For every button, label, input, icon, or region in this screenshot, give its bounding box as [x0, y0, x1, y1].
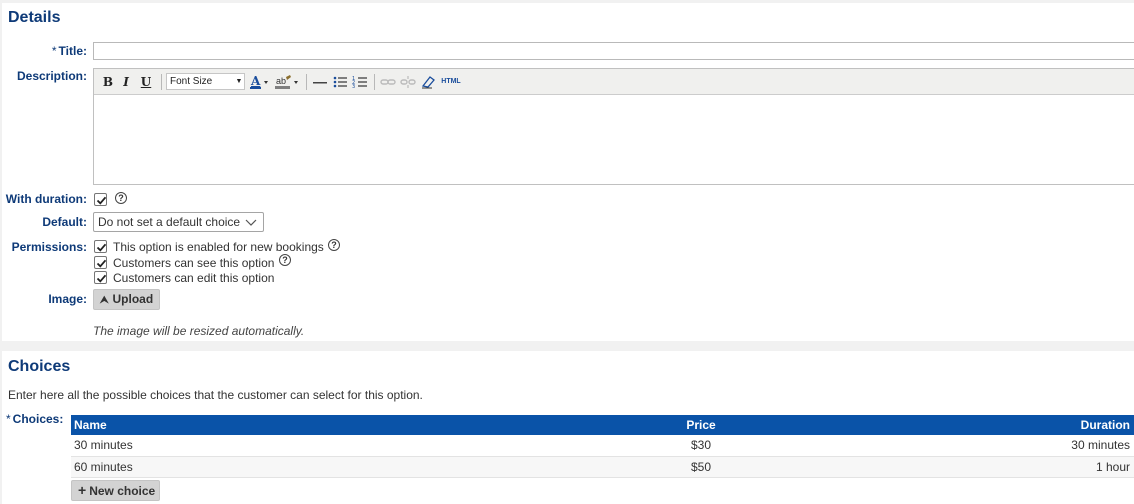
checkmark-icon	[96, 259, 107, 268]
choice-name[interactable]: 30 minutes	[71, 435, 501, 457]
column-header-price[interactable]: Price	[501, 415, 901, 435]
bold-button[interactable]: B	[102, 74, 114, 90]
image-label: Image:	[48, 292, 87, 306]
default-choice-value: Do not set a default choice	[98, 215, 241, 229]
unlink-icon	[400, 76, 416, 88]
title-label-text: Title:	[58, 44, 87, 58]
new-choice-button[interactable]: + New choice	[71, 480, 160, 501]
permission-new-bookings-label: This option is enabled for new bookings	[113, 240, 324, 254]
choice-duration[interactable]: 30 minutes	[901, 435, 1134, 457]
details-panel: Details * Title: Description: B I U Font …	[2, 3, 1134, 341]
help-icon[interactable]: ?	[328, 239, 340, 251]
checkmark-icon	[96, 196, 107, 205]
chevron-down-icon: ▼	[235, 78, 243, 85]
svg-text:ab: ab	[276, 76, 286, 86]
highlight-button[interactable]: ab	[274, 74, 300, 90]
svg-text:A: A	[250, 74, 261, 88]
permission-new-bookings-checkbox[interactable]	[94, 240, 107, 253]
description-label: Description:	[16, 69, 87, 83]
italic-button[interactable]: I	[120, 74, 132, 90]
font-size-select[interactable]: Font Size ▼	[166, 73, 245, 90]
chevron-down-icon	[245, 213, 257, 236]
bullet-list-button[interactable]	[332, 74, 348, 90]
choice-duration[interactable]: 1 hour	[901, 456, 1134, 478]
choices-panel: Choices Enter here all the possible choi…	[2, 351, 1134, 504]
highlight-icon: ab	[275, 75, 298, 89]
help-icon[interactable]: ?	[115, 192, 127, 204]
underline-button[interactable]: U	[140, 74, 152, 90]
column-header-duration[interactable]: Duration	[901, 415, 1134, 435]
details-heading: Details	[8, 9, 61, 26]
column-header-name[interactable]: Name	[71, 415, 501, 435]
horizontal-rule-icon	[313, 82, 327, 84]
choice-name[interactable]: 60 minutes	[71, 456, 501, 478]
upload-button[interactable]: ⮝ Upload	[93, 289, 160, 310]
table-header-row: Name Price Duration	[71, 415, 1134, 435]
image-resize-note: The image will be resized automatically.	[93, 324, 305, 338]
svg-text:3: 3	[352, 84, 355, 90]
toolbar-separator	[306, 74, 307, 90]
choices-intro: Enter here all the possible choices that…	[8, 388, 423, 402]
help-icon[interactable]: ?	[279, 254, 291, 266]
toolbar-separator	[374, 74, 375, 90]
title-input[interactable]	[93, 42, 1134, 60]
required-mark: *	[51, 44, 57, 58]
permission-customers-see-checkbox[interactable]	[94, 256, 107, 269]
choices-table: Name Price Duration 30 minutes $30 30 mi…	[71, 415, 1134, 478]
table-row[interactable]: 30 minutes $30 30 minutes	[71, 435, 1134, 457]
unlink-button[interactable]	[400, 74, 416, 90]
description-editor: B I U Font Size ▼ A ab 1 2 3 HTML	[93, 68, 1134, 185]
choices-label-text: Choices:	[12, 412, 64, 426]
permission-customers-see-label: Customers can see this option	[113, 256, 275, 270]
description-content-area[interactable]	[94, 95, 1134, 184]
default-choice-select[interactable]: Do not set a default choice	[93, 212, 264, 232]
cleanup-button[interactable]	[420, 74, 436, 90]
link-icon	[380, 79, 396, 85]
title-label: * Title:	[2, 44, 87, 58]
toolbar-separator	[161, 74, 162, 90]
checkmark-icon	[96, 274, 107, 283]
checkmark-icon	[96, 243, 107, 252]
plus-icon: +	[78, 482, 87, 498]
text-color-icon: A	[250, 74, 268, 89]
html-source-button[interactable]: HTML	[440, 74, 462, 90]
upload-button-label: Upload	[112, 292, 154, 306]
choices-heading: Choices	[8, 358, 71, 375]
required-mark: *	[6, 412, 11, 426]
choices-label: * Choices:	[2, 412, 64, 426]
permission-customers-edit-label: Customers can edit this option	[113, 271, 275, 285]
table-row[interactable]: 60 minutes $50 1 hour	[71, 456, 1134, 478]
permission-customers-edit-checkbox[interactable]	[94, 271, 107, 284]
with-duration-checkbox[interactable]	[94, 193, 107, 206]
choice-price[interactable]: $50	[501, 456, 901, 478]
font-size-label: Font Size	[170, 76, 213, 87]
numbered-list-button[interactable]: 1 2 3	[352, 74, 368, 90]
default-label: Default:	[42, 215, 87, 229]
new-choice-button-label: New choice	[89, 484, 156, 498]
link-button[interactable]	[380, 74, 396, 90]
editor-toolbar: B I U Font Size ▼ A ab 1 2 3 HTML	[94, 69, 1134, 95]
permissions-label: Permissions:	[11, 240, 87, 254]
choice-price[interactable]: $30	[501, 435, 901, 457]
numbered-list-icon: 1 2 3	[352, 76, 367, 90]
eraser-icon	[421, 76, 435, 89]
text-color-button[interactable]: A	[248, 74, 270, 90]
with-duration-label: With duration:	[5, 192, 87, 206]
upload-icon: ⮝	[100, 295, 109, 306]
horizontal-rule-button[interactable]	[312, 74, 328, 90]
bullet-list-icon	[333, 76, 347, 88]
